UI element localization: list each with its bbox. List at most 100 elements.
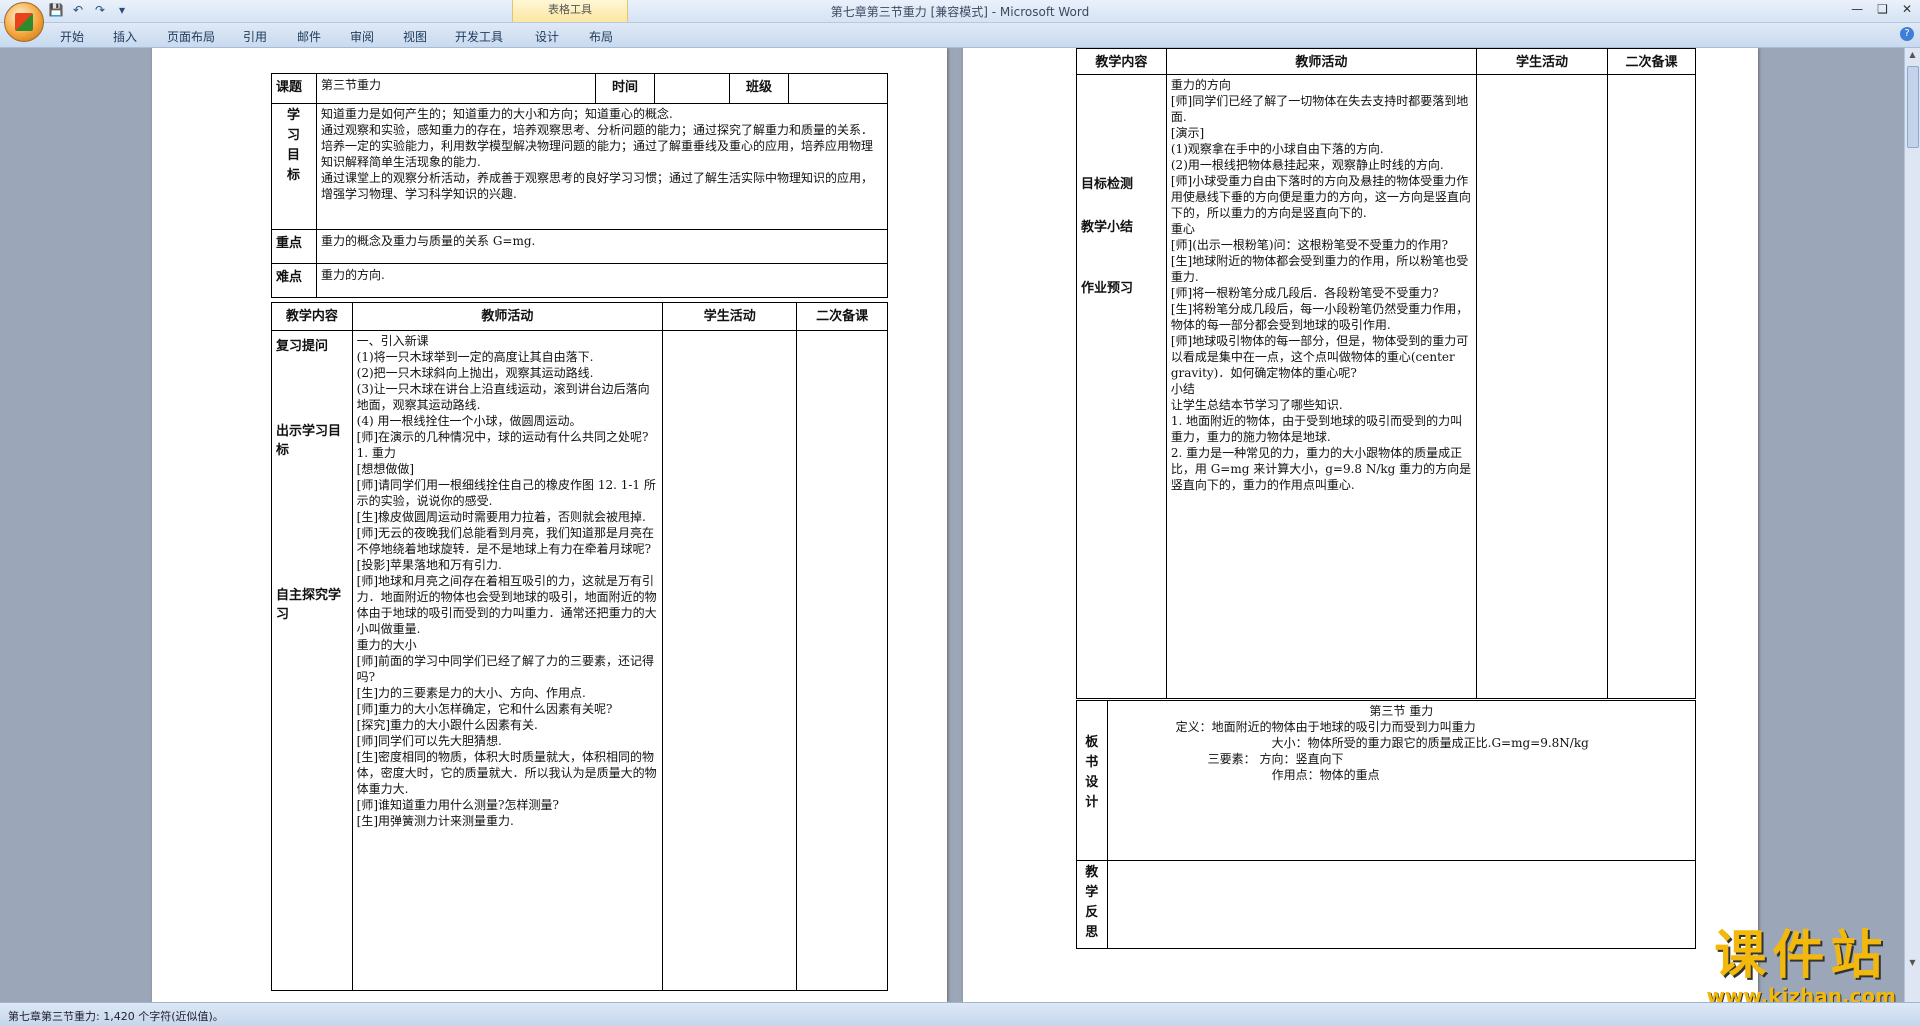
tab-home[interactable]: 开始 [60, 28, 84, 45]
teacher-line: 让学生总结本节学习了哪些知识. [1170, 398, 1343, 412]
teacher-line: [生]将粉笔分成几段后，每一小段粉笔仍然受重力作用，物体的每一部分都会受到地球的… [1170, 302, 1469, 332]
window-title: 第七章第三节重力 [兼容模式] - Microsoft Word [830, 5, 1090, 19]
scrollbar-thumb[interactable] [1907, 66, 1919, 148]
page-right: 教学内容 教师活动 学生活动 二次备课 目标检测 教学小结 作业预习 重力的方向… [963, 48, 1758, 1002]
revision-cell[interactable] [796, 330, 888, 991]
tab-design[interactable]: 设计 [535, 28, 559, 45]
board-label: 板书设计 [1085, 735, 1099, 810]
reflection-content[interactable] [1106, 860, 1697, 949]
help-icon[interactable]: ? [1900, 27, 1914, 41]
col-header-teacher: 教师活动 [1165, 48, 1477, 75]
goals-line: 通过观察和实验，感知重力的存在，培养观察思考、分析问题的能力；通过探究了解重力和… [321, 123, 874, 169]
teacher-activity-cell[interactable]: 重力的方向 [师]同学们已经了解了一切物体在失去支持时都要落到地面. [演示] … [1165, 74, 1477, 699]
tab-view[interactable]: 视图 [403, 28, 427, 45]
teacher-activity-cell[interactable]: 一、引入新课 (1)将一只木球举到一定的高度让其自由落下. (2)把一只木球斜向… [351, 330, 664, 991]
goals-line: 通过课堂上的观察分析活动，养成善于观察思考的良好学习习惯；通过了解生活实际中物理… [321, 171, 874, 201]
teacher-line: [师]同学们可以先大胆猜想. [356, 734, 502, 748]
scroll-up-icon[interactable]: ▲ [1908, 50, 1917, 59]
teacher-line: (2)用一根线把物体悬挂起来，观察静止时线的方向. [1170, 158, 1444, 172]
close-icon[interactable]: ✕ [1902, 2, 1912, 16]
teacher-line: 重心 [1170, 222, 1195, 236]
goals-content[interactable]: 知道重力是如何产生的；知道重力的大小和方向；知道重心的概念. 通过观察和实验，感… [316, 103, 888, 230]
teacher-line: 重力的方向 [1170, 78, 1231, 92]
reflection-label-cell: 教学反思 [1076, 860, 1108, 949]
tab-references[interactable]: 引用 [243, 28, 267, 45]
office-logo-icon [15, 13, 33, 31]
teacher-line: [投影]苹果落地和万有引力. [356, 558, 502, 572]
class-value[interactable] [788, 73, 888, 104]
teacher-line: [想想做做] [356, 462, 415, 476]
goals-label: 学习目标 [271, 103, 317, 230]
tab-insert[interactable]: 插入 [113, 28, 137, 45]
col-header-revision: 二次备课 [1607, 48, 1696, 75]
teacher-line: [生]橡皮做圆周运动时需要用力拉着，否则就会被甩掉. [356, 510, 646, 524]
teacher-line: 一、引入新课 [356, 334, 429, 348]
teacher-line: 1. 地面附近的物体，由于受到地球的吸引而受到的力叫重力，重力的施力物体是地球. [1170, 414, 1463, 444]
teacher-line: [师]请同学们用一根细线拴住自己的橡皮作图 12. 1-1 所示的实验，说说你的… [356, 478, 656, 508]
content-cell[interactable]: 复习提问 出示学习目标 自主探究学习 [271, 330, 353, 991]
status-bar: 第七章第三节重力: 1,420 个字符(近似值)。 [0, 1002, 1920, 1026]
teacher-line: [生]地球附近的物体都会受到重力的作用，所以粉笔也受重力. [1170, 254, 1469, 284]
title-bar: 💾 ↶ ↷ ▾ 表格工具 第七章第三节重力 [兼容模式] - Microsoft… [0, 0, 1920, 23]
content-label: 目标检测 [1081, 177, 1134, 192]
teacher-line: 2. 重力是一种常见的力，重力的大小跟物体的质量成正比，用 G=mg 来计算大小… [1170, 446, 1472, 492]
teacher-line: [生]用弹簧测力计来测量重力. [356, 814, 514, 828]
board-design-table: 板书设计 第三节 重力 定义：地面附近的物体由于地球的吸引力而受到力叫重力 大小… [1076, 700, 1697, 949]
topic-value[interactable]: 第三节重力 [316, 73, 596, 104]
word-count-status[interactable]: 第七章第三节重力: 1,420 个字符(近似值)。 [8, 1008, 224, 1024]
teacher-line: (1)将一只木球举到一定的高度让其自由落下. [356, 350, 594, 364]
board-content[interactable]: 第三节 重力 定义：地面附近的物体由于地球的吸引力而受到力叫重力 大小：物体所受… [1106, 700, 1697, 861]
teacher-line: [生]密度相同的物质，体积大时质量就大，体积相同的物体，密度大时，它的质量就大．… [356, 750, 657, 796]
teacher-line: [生]力的三要素是力的大小、方向、作用点. [356, 686, 586, 700]
goals-line: 知道重力是如何产生的；知道重力的大小和方向；知道重心的概念. [321, 107, 673, 121]
teacher-line: 小结 [1170, 382, 1195, 396]
window-controls: — ❑ ✕ [1851, 2, 1912, 16]
revision-cell[interactable] [1607, 74, 1696, 699]
ribbon-tabs: 开始 插入 页面布局 引用 邮件 审阅 视图 开发工具 设计 布局 [0, 23, 1920, 48]
key-value[interactable]: 重力的概念及重力与质量的关系 G=mg. [316, 229, 888, 264]
teacher-line: [师]小球受重力自由下落时的方向及悬挂的物体受重力作用使悬线下垂的方向便是重力的… [1170, 174, 1471, 220]
teacher-line: 重力的大小 [356, 638, 417, 652]
board-line: 大小：物体所受的重力跟它的质量成正比.G=mg=9.8N/kg [1271, 736, 1589, 750]
teacher-line: (1)观察拿在手中的小球自由下落的方向. [1170, 142, 1384, 156]
topic-label: 课题 [271, 73, 317, 104]
tab-layout[interactable]: 布局 [589, 28, 613, 45]
board-title: 第三节 重力 [1369, 704, 1434, 718]
col-header-content: 教学内容 [271, 302, 353, 331]
tab-page-layout[interactable]: 页面布局 [167, 28, 215, 45]
restore-icon[interactable]: ❑ [1877, 2, 1888, 16]
teacher-line: [师]在演示的几种情况中，球的运动有什么共同之处呢? [356, 430, 649, 444]
teacher-line: [演示] [1170, 126, 1205, 140]
difficult-label: 难点 [271, 263, 317, 298]
content-label: 自主探究学习 [276, 588, 342, 622]
teacher-line: (2)把一只木球斜向上抛出，观察其运动路线. [356, 366, 594, 380]
minimize-icon[interactable]: — [1851, 2, 1863, 16]
board-label-cell: 板书设计 [1076, 700, 1108, 861]
vertical-scrollbar[interactable]: ▲ ▼ [1904, 48, 1920, 1002]
student-activity-cell[interactable] [662, 330, 798, 991]
tab-developer[interactable]: 开发工具 [455, 28, 503, 45]
teacher-line: [师]地球和月亮之间存在着相互吸引的力，这就是万有引力．地面附近的物体也会受到地… [356, 574, 657, 636]
difficult-value[interactable]: 重力的方向. [316, 263, 888, 298]
content-label: 作业预习 [1081, 281, 1134, 296]
lesson-table-top: 课题 第三节重力 时间 班级 学习目标 知道重力是如何产生的；知道重力的大小和方… [271, 73, 888, 298]
time-value[interactable] [654, 73, 730, 104]
teacher-line: (4) 用一根线拴住一个小球，做圆周运动。 [356, 414, 582, 428]
content-label: 教学小结 [1081, 220, 1134, 235]
teacher-line: [探究]重力的大小跟什么因素有关. [356, 718, 538, 732]
page-left: 课题 第三节重力 时间 班级 学习目标 知道重力是如何产生的；知道重力的大小和方… [152, 48, 947, 1002]
col-header-revision: 二次备课 [796, 302, 888, 331]
tab-mailings[interactable]: 邮件 [297, 28, 321, 45]
document-area: 课题 第三节重力 时间 班级 学习目标 知道重力是如何产生的；知道重力的大小和方… [0, 48, 1905, 1002]
reflection-label: 教学反思 [1085, 865, 1099, 940]
content-label: 出示学习目标 [276, 424, 342, 458]
student-activity-cell[interactable] [1475, 74, 1609, 699]
col-header-content: 教学内容 [1076, 48, 1167, 75]
content-label: 复习提问 [276, 339, 329, 354]
office-button[interactable] [4, 2, 44, 42]
teacher-line: (3)让一只木球在讲台上沿直线运动，滚到讲台边后落向地面，观察其运动路线. [356, 382, 650, 412]
content-cell[interactable]: 目标检测 教学小结 作业预习 [1076, 74, 1167, 699]
tab-review[interactable]: 审阅 [350, 28, 374, 45]
scroll-down-icon[interactable]: ▼ [1908, 958, 1917, 967]
class-label: 班级 [729, 73, 789, 104]
